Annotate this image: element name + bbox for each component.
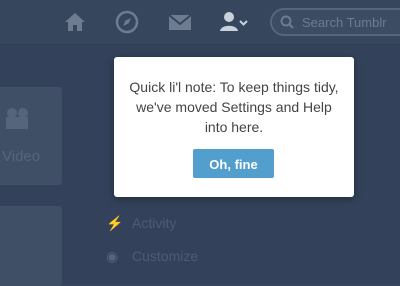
search-placeholder: Search Tumblr <box>302 15 387 30</box>
eye-icon: ◉ <box>106 248 119 264</box>
video-camera-icon <box>6 108 28 129</box>
dismiss-button[interactable]: Oh, fine <box>193 149 274 178</box>
video-tile-label: Video <box>2 148 41 165</box>
popover-message: Quick li'l note: To keep things tidy, we… <box>129 79 339 135</box>
mail-icon[interactable] <box>167 9 193 35</box>
search-icon <box>280 15 294 29</box>
compass-icon[interactable] <box>114 9 140 35</box>
top-navigation-bar: Search Tumblr <box>0 0 400 45</box>
post-tile[interactable] <box>0 206 62 286</box>
activity-icon: ⚡ <box>106 215 124 231</box>
home-icon[interactable] <box>62 9 88 35</box>
settings-moved-popover: Quick li'l note: To keep things tidy, we… <box>114 57 354 197</box>
search-input[interactable]: Search Tumblr <box>270 8 400 36</box>
menu-item-label: Activity <box>132 215 177 231</box>
video-post-tile[interactable]: Video <box>0 87 62 185</box>
menu-item-label: Customize <box>132 248 199 264</box>
account-icon[interactable] <box>219 9 249 35</box>
